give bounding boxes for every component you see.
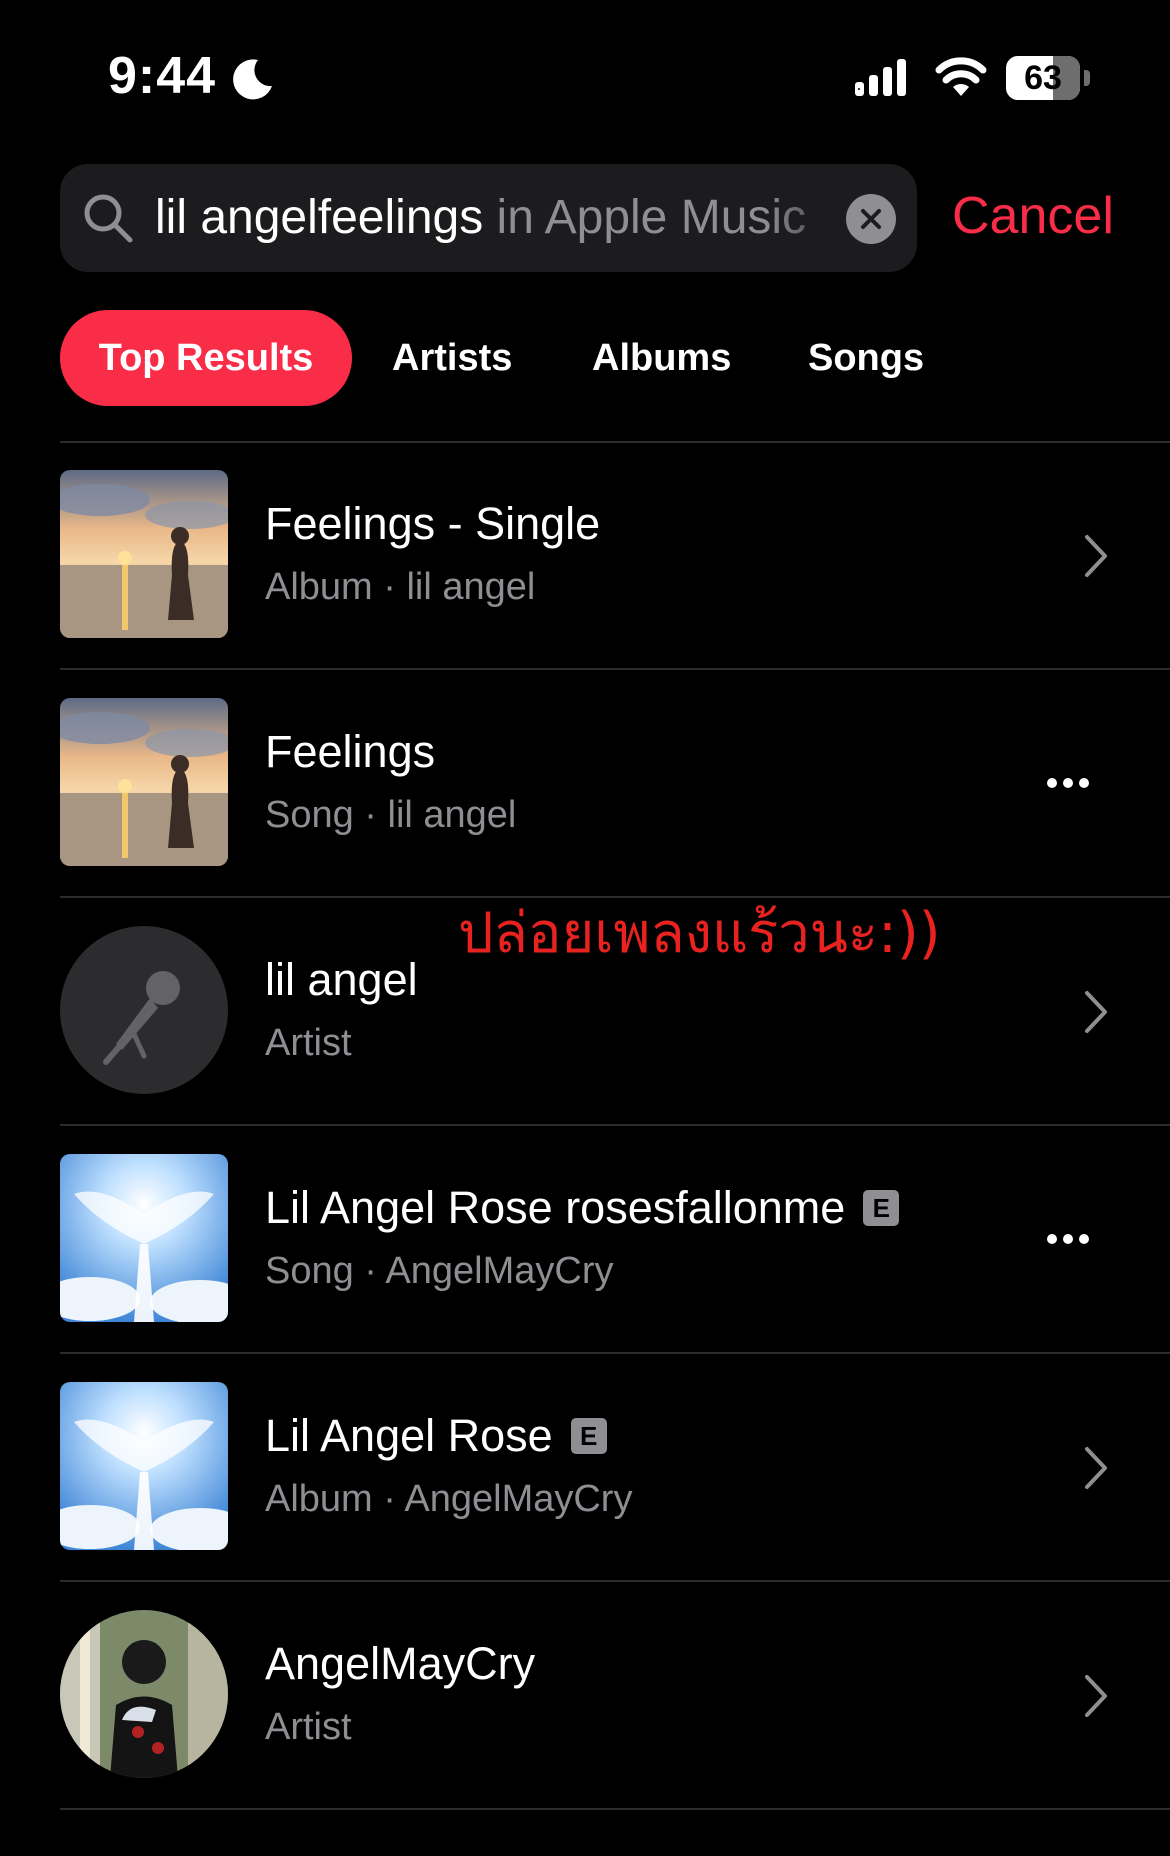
result-subtitle: Album · lil angel: [265, 566, 536, 608]
search-query-text: lil angelfeelings: [155, 191, 484, 244]
chevron-right-icon: [1085, 991, 1107, 1033]
chevron-right-icon: [1085, 535, 1107, 577]
result-row-song[interactable]: Lil Angel Rose rosesfallonme E Song · Ang…: [0, 1128, 1170, 1354]
status-time: 9:44: [108, 47, 217, 105]
cancel-button[interactable]: Cancel: [952, 186, 1114, 246]
result-title: Feelings - Single: [265, 498, 600, 550]
battery-indicator: 63: [1006, 56, 1090, 100]
chevron-right-icon: [1085, 1447, 1107, 1489]
battery-tip: [1084, 70, 1090, 86]
result-title: Feelings: [265, 726, 435, 778]
divider: [60, 668, 1170, 670]
angel-wings-artwork-image: [60, 1154, 228, 1322]
artist-avatar: [60, 1610, 228, 1778]
album-artwork: [60, 1382, 228, 1550]
song-artwork: [60, 698, 228, 866]
tab-songs[interactable]: Songs: [808, 310, 924, 406]
result-subtitle: Song · AngelMayCry: [265, 1250, 614, 1292]
angel-wings-artwork-image: [60, 1382, 228, 1550]
result-title-text: Feelings - Single: [265, 498, 601, 549]
divider: [60, 441, 1170, 443]
result-title-text: Lil Angel Rose rosesfallonme: [265, 1182, 846, 1233]
focus-moon-icon: [233, 59, 272, 100]
battery-icon: 63: [1006, 56, 1080, 100]
result-title: Lil Angel Rose E: [265, 1410, 607, 1462]
result-title-text: lil angel: [265, 954, 418, 1005]
result-row-album[interactable]: Lil Angel Rose E Album · AngelMayCry: [0, 1356, 1170, 1582]
more-icon[interactable]: [1046, 776, 1090, 790]
result-title-text: Lil Angel Rose: [265, 1410, 553, 1461]
status-bar: 9:44 63: [0, 0, 1170, 150]
explicit-badge: E: [570, 1418, 607, 1454]
overlay-annotation-text: ปล่อยเพลงแร้วนะ:)): [458, 901, 941, 966]
result-title: lil angel: [265, 954, 418, 1006]
battery-percent: 63: [1024, 59, 1062, 97]
result-subtitle: Song · lil angel: [265, 794, 517, 836]
artist-photo-image: [60, 1610, 228, 1778]
result-subtitle: Artist: [265, 1022, 352, 1064]
result-row-artist[interactable]: AngelMayCry Artist: [0, 1584, 1170, 1810]
search-icon: [84, 194, 133, 243]
result-row-song[interactable]: Feelings Song · lil angel: [0, 672, 1170, 898]
result-title-text: Feelings: [265, 726, 436, 777]
tab-top-results[interactable]: Top Results: [60, 310, 352, 406]
more-icon[interactable]: [1046, 1232, 1090, 1246]
result-title: AngelMayCry: [265, 1638, 535, 1690]
artist-avatar: [60, 926, 228, 1094]
song-artwork: [60, 1154, 228, 1322]
wifi-icon: [935, 57, 987, 96]
divider: [60, 1580, 1170, 1582]
result-title-text: AngelMayCry: [265, 1638, 536, 1689]
album-artwork: [60, 470, 228, 638]
sunset-artwork-image: [60, 470, 228, 638]
result-subtitle: Album · AngelMayCry: [265, 1478, 633, 1520]
microphone-icon: [103, 971, 180, 1065]
result-row-album[interactable]: Feelings - Single Album · lil angel: [0, 444, 1170, 670]
result-title: Lil Angel Rose rosesfallonme E: [265, 1182, 900, 1234]
divider: [60, 1808, 1170, 1810]
sunset-artwork-image: [60, 698, 228, 866]
search-field[interactable]: lil angelfeelings in Apple Music: [60, 164, 917, 272]
result-subtitle: Artist: [265, 1706, 352, 1748]
search-scope-suggestion: in Apple Music: [483, 191, 807, 244]
explicit-badge: E: [863, 1190, 900, 1226]
chevron-right-icon: [1085, 1675, 1107, 1717]
search-input[interactable]: lil angelfeelings in Apple Music: [155, 164, 865, 272]
clear-search-button[interactable]: [846, 194, 896, 244]
cellular-signal-icon: [855, 59, 906, 96]
divider: [60, 1352, 1170, 1354]
divider: [60, 1124, 1170, 1126]
close-icon: [861, 209, 881, 229]
tab-artists[interactable]: Artists: [392, 310, 512, 406]
tab-albums[interactable]: Albums: [592, 310, 731, 406]
